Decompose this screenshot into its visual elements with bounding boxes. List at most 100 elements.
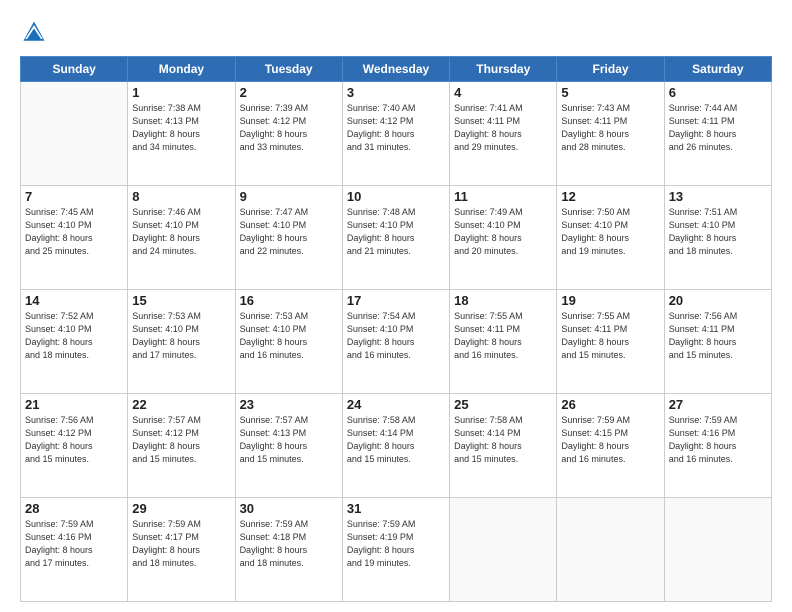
day-cell: 6 Sunrise: 7:44 AMSunset: 4:11 PMDaylight… bbox=[664, 82, 771, 186]
day-cell: 1 Sunrise: 7:38 AMSunset: 4:13 PMDaylight… bbox=[128, 82, 235, 186]
day-number: 19 bbox=[561, 293, 659, 308]
day-cell: 8 Sunrise: 7:46 AMSunset: 4:10 PMDaylight… bbox=[128, 186, 235, 290]
day-cell: 27Sunrise: 7:59 AMSunset: 4:16 PMDayligh… bbox=[664, 394, 771, 498]
day-cell bbox=[664, 498, 771, 602]
page: SundayMondayTuesdayWednesdayThursdayFrid… bbox=[0, 0, 792, 612]
header-row: SundayMondayTuesdayWednesdayThursdayFrid… bbox=[21, 57, 772, 82]
day-number: 12 bbox=[561, 189, 659, 204]
day-info: Sunrise: 7:38 AMSunset: 4:13 PMDaylight:… bbox=[132, 102, 230, 154]
day-info: Sunrise: 7:59 AMSunset: 4:19 PMDaylight:… bbox=[347, 518, 445, 570]
day-cell: 31 Sunrise: 7:59 AMSunset: 4:19 PMDayligh… bbox=[342, 498, 449, 602]
day-cell: 17 Sunrise: 7:54 AMSunset: 4:10 PMDayligh… bbox=[342, 290, 449, 394]
day-info: Sunrise: 7:56 AMSunset: 4:12 PMDaylight:… bbox=[25, 414, 123, 466]
day-cell: 30 Sunrise: 7:59 AMSunset: 4:18 PMDayligh… bbox=[235, 498, 342, 602]
day-number: 15 bbox=[132, 293, 230, 308]
day-cell bbox=[557, 498, 664, 602]
day-info: Sunrise: 7:51 AMSunset: 4:10 PMDaylight:… bbox=[669, 206, 767, 258]
day-cell: 23 Sunrise: 7:57 AMSunset: 4:13 PMDayligh… bbox=[235, 394, 342, 498]
header-cell-sunday: Sunday bbox=[21, 57, 128, 82]
day-number: 25 bbox=[454, 397, 552, 412]
header-cell-tuesday: Tuesday bbox=[235, 57, 342, 82]
logo bbox=[20, 18, 51, 46]
day-number: 16 bbox=[240, 293, 338, 308]
day-info: Sunrise: 7:41 AMSunset: 4:11 PMDaylight:… bbox=[454, 102, 552, 154]
day-cell: 10Sunrise: 7:48 AMSunset: 4:10 PMDayligh… bbox=[342, 186, 449, 290]
day-info: Sunrise: 7:53 AMSunset: 4:10 PMDaylight:… bbox=[240, 310, 338, 362]
day-number: 6 bbox=[669, 85, 767, 100]
day-cell: 28 Sunrise: 7:59 AMSunset: 4:16 PMDayligh… bbox=[21, 498, 128, 602]
day-cell: 29 Sunrise: 7:59 AMSunset: 4:17 PMDayligh… bbox=[128, 498, 235, 602]
day-cell: 13 Sunrise: 7:51 AMSunset: 4:10 PMDayligh… bbox=[664, 186, 771, 290]
day-info: Sunrise: 7:40 AMSunset: 4:12 PMDaylight:… bbox=[347, 102, 445, 154]
day-cell: 2 Sunrise: 7:39 AMSunset: 4:12 PMDaylight… bbox=[235, 82, 342, 186]
day-number: 1 bbox=[132, 85, 230, 100]
day-cell: 4Sunrise: 7:41 AMSunset: 4:11 PMDaylight… bbox=[450, 82, 557, 186]
day-number: 7 bbox=[25, 189, 123, 204]
week-row-4: 28 Sunrise: 7:59 AMSunset: 4:16 PMDayligh… bbox=[21, 498, 772, 602]
day-number: 22 bbox=[132, 397, 230, 412]
week-row-2: 14Sunrise: 7:52 AMSunset: 4:10 PMDayligh… bbox=[21, 290, 772, 394]
day-info: Sunrise: 7:39 AMSunset: 4:12 PMDaylight:… bbox=[240, 102, 338, 154]
day-info: Sunrise: 7:46 AMSunset: 4:10 PMDaylight:… bbox=[132, 206, 230, 258]
week-row-1: 7 Sunrise: 7:45 AMSunset: 4:10 PMDaylight… bbox=[21, 186, 772, 290]
day-info: Sunrise: 7:57 AMSunset: 4:12 PMDaylight:… bbox=[132, 414, 230, 466]
day-info: Sunrise: 7:59 AMSunset: 4:15 PMDaylight:… bbox=[561, 414, 659, 466]
day-info: Sunrise: 7:59 AMSunset: 4:16 PMDaylight:… bbox=[25, 518, 123, 570]
day-number: 11 bbox=[454, 189, 552, 204]
day-info: Sunrise: 7:54 AMSunset: 4:10 PMDaylight:… bbox=[347, 310, 445, 362]
day-number: 26 bbox=[561, 397, 659, 412]
day-info: Sunrise: 7:47 AMSunset: 4:10 PMDaylight:… bbox=[240, 206, 338, 258]
day-number: 17 bbox=[347, 293, 445, 308]
day-cell: 11 Sunrise: 7:49 AMSunset: 4:10 PMDayligh… bbox=[450, 186, 557, 290]
header-cell-friday: Friday bbox=[557, 57, 664, 82]
day-info: Sunrise: 7:55 AMSunset: 4:11 PMDaylight:… bbox=[561, 310, 659, 362]
day-number: 2 bbox=[240, 85, 338, 100]
header-cell-saturday: Saturday bbox=[664, 57, 771, 82]
day-cell: 24 Sunrise: 7:58 AMSunset: 4:14 PMDayligh… bbox=[342, 394, 449, 498]
day-info: Sunrise: 7:59 AMSunset: 4:18 PMDaylight:… bbox=[240, 518, 338, 570]
day-number: 27 bbox=[669, 397, 767, 412]
day-info: Sunrise: 7:43 AMSunset: 4:11 PMDaylight:… bbox=[561, 102, 659, 154]
day-info: Sunrise: 7:49 AMSunset: 4:10 PMDaylight:… bbox=[454, 206, 552, 258]
header-cell-thursday: Thursday bbox=[450, 57, 557, 82]
day-number: 23 bbox=[240, 397, 338, 412]
day-cell: 14Sunrise: 7:52 AMSunset: 4:10 PMDayligh… bbox=[21, 290, 128, 394]
day-number: 3 bbox=[347, 85, 445, 100]
day-number: 29 bbox=[132, 501, 230, 516]
day-cell bbox=[21, 82, 128, 186]
logo-icon bbox=[20, 18, 48, 46]
day-number: 28 bbox=[25, 501, 123, 516]
day-info: Sunrise: 7:56 AMSunset: 4:11 PMDaylight:… bbox=[669, 310, 767, 362]
day-number: 13 bbox=[669, 189, 767, 204]
week-row-0: 1 Sunrise: 7:38 AMSunset: 4:13 PMDaylight… bbox=[21, 82, 772, 186]
day-info: Sunrise: 7:55 AMSunset: 4:11 PMDaylight:… bbox=[454, 310, 552, 362]
day-number: 31 bbox=[347, 501, 445, 516]
header bbox=[20, 18, 772, 46]
day-info: Sunrise: 7:57 AMSunset: 4:13 PMDaylight:… bbox=[240, 414, 338, 466]
day-number: 9 bbox=[240, 189, 338, 204]
day-number: 30 bbox=[240, 501, 338, 516]
day-number: 14 bbox=[25, 293, 123, 308]
day-info: Sunrise: 7:48 AMSunset: 4:10 PMDaylight:… bbox=[347, 206, 445, 258]
day-info: Sunrise: 7:44 AMSunset: 4:11 PMDaylight:… bbox=[669, 102, 767, 154]
day-info: Sunrise: 7:59 AMSunset: 4:17 PMDaylight:… bbox=[132, 518, 230, 570]
day-number: 24 bbox=[347, 397, 445, 412]
day-info: Sunrise: 7:53 AMSunset: 4:10 PMDaylight:… bbox=[132, 310, 230, 362]
day-info: Sunrise: 7:45 AMSunset: 4:10 PMDaylight:… bbox=[25, 206, 123, 258]
day-cell: 25Sunrise: 7:58 AMSunset: 4:14 PMDayligh… bbox=[450, 394, 557, 498]
day-cell: 20Sunrise: 7:56 AMSunset: 4:11 PMDayligh… bbox=[664, 290, 771, 394]
day-info: Sunrise: 7:58 AMSunset: 4:14 PMDaylight:… bbox=[347, 414, 445, 466]
day-cell: 7 Sunrise: 7:45 AMSunset: 4:10 PMDaylight… bbox=[21, 186, 128, 290]
header-cell-wednesday: Wednesday bbox=[342, 57, 449, 82]
day-cell: 16 Sunrise: 7:53 AMSunset: 4:10 PMDayligh… bbox=[235, 290, 342, 394]
day-info: Sunrise: 7:50 AMSunset: 4:10 PMDaylight:… bbox=[561, 206, 659, 258]
week-row-3: 21Sunrise: 7:56 AMSunset: 4:12 PMDayligh… bbox=[21, 394, 772, 498]
day-cell: 22 Sunrise: 7:57 AMSunset: 4:12 PMDayligh… bbox=[128, 394, 235, 498]
calendar-body: 1 Sunrise: 7:38 AMSunset: 4:13 PMDaylight… bbox=[21, 82, 772, 602]
day-cell: 9 Sunrise: 7:47 AMSunset: 4:10 PMDaylight… bbox=[235, 186, 342, 290]
day-cell: 15 Sunrise: 7:53 AMSunset: 4:10 PMDayligh… bbox=[128, 290, 235, 394]
day-number: 8 bbox=[132, 189, 230, 204]
day-cell: 19 Sunrise: 7:55 AMSunset: 4:11 PMDayligh… bbox=[557, 290, 664, 394]
day-number: 5 bbox=[561, 85, 659, 100]
day-cell: 21Sunrise: 7:56 AMSunset: 4:12 PMDayligh… bbox=[21, 394, 128, 498]
